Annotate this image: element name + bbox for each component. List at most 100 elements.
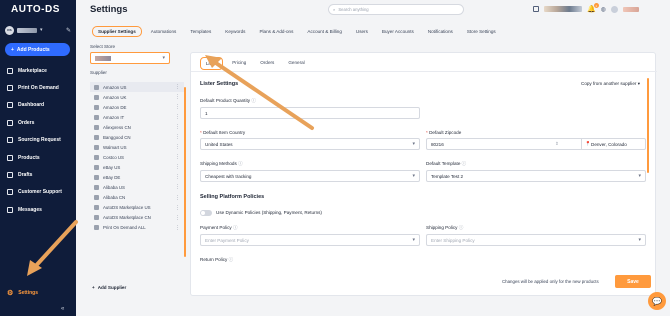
subtab-lister[interactable]: Lister: [200, 57, 224, 70]
tab-store-settings[interactable]: Store Settings: [462, 26, 501, 37]
supplier-item-autods-marketplace-us[interactable]: AutoDS Marketplace US ⋮: [90, 203, 184, 213]
avatar[interactable]: [610, 5, 618, 13]
copy-from-supplier-link[interactable]: Copy from another supplier ▾: [581, 81, 640, 87]
tab-buyer-accounts[interactable]: Buyer Accounts: [377, 26, 419, 37]
kebab-menu-icon[interactable]: ⋮: [175, 164, 180, 170]
supplier-item-amazon-us[interactable]: Amazon US ⋮: [90, 82, 184, 93]
account-info-redacted: [544, 6, 582, 12]
kebab-menu-icon[interactable]: ⋮: [175, 215, 180, 221]
kebab-menu-icon[interactable]: ⋮: [175, 104, 180, 110]
kebab-menu-icon[interactable]: ⋮: [175, 174, 180, 180]
sidebar-item-print-on-demand[interactable]: Print On Demand: [0, 79, 76, 96]
stepper-icon[interactable]: ⇕: [555, 141, 559, 147]
kebab-menu-icon[interactable]: ⋮: [175, 114, 180, 120]
store-tile-icon[interactable]: [533, 6, 539, 12]
collapse-sidebar-icon[interactable]: «: [61, 306, 64, 312]
kebab-menu-icon[interactable]: ⋮: [175, 195, 180, 201]
shipping-methods-select[interactable]: Cheapest with tracking ▾: [200, 170, 420, 182]
tab-users[interactable]: Users: [351, 26, 373, 37]
sidebar-item-settings[interactable]: ⚙ Settings: [0, 284, 76, 301]
supplier-name: Aliexpress CN: [103, 124, 131, 130]
select-store-dropdown[interactable]: ▾: [90, 52, 170, 64]
chevron-down-icon[interactable]: ▾: [40, 27, 43, 33]
supplier-item-costco-us[interactable]: Costco US ⋮: [90, 152, 184, 162]
info-icon[interactable]: ⓘ: [462, 161, 467, 166]
kebab-menu-icon[interactable]: ⋮: [175, 94, 180, 100]
supplier-item-amazon-uk[interactable]: Amazon UK ⋮: [90, 92, 184, 102]
tab-supplier-settings[interactable]: Supplier Settings: [92, 25, 142, 37]
supplier-item-ebay-de[interactable]: eBay DE ⋮: [90, 172, 184, 182]
supplier-item-autods-marketplace-cn[interactable]: AutoDS Marketplace CN ⋮: [90, 213, 184, 223]
zipcode-value: 80216: [431, 141, 444, 147]
kebab-menu-icon[interactable]: ⋮: [175, 144, 180, 150]
default-template-select[interactable]: Template Test 2 ▾: [426, 170, 646, 182]
info-icon[interactable]: ⓘ: [251, 98, 256, 103]
add-products-button[interactable]: + Add Products: [5, 43, 70, 56]
sidebar-item-orders[interactable]: Orders: [0, 114, 76, 131]
aliexpress-icon: [94, 124, 99, 130]
supplier-item-aliexpress-cn[interactable]: Aliexpress CN ⋮: [90, 122, 184, 132]
info-icon[interactable]: ⓘ: [233, 225, 238, 230]
field-label: Default Product Quantity: [200, 98, 251, 103]
payment-policy-select[interactable]: Enter Payment Policy ▾: [200, 234, 420, 246]
tab-plans-addons[interactable]: Plans & Add-ons: [254, 26, 298, 37]
kebab-menu-icon[interactable]: ⋮: [175, 225, 180, 231]
dynamic-policies-toggle[interactable]: [200, 210, 212, 216]
sidebar-item-sourcing-request[interactable]: Sourcing Request: [0, 132, 76, 149]
subtab-pricing[interactable]: Pricing: [227, 57, 251, 70]
autods-logo[interactable]: AUTO-DS: [11, 4, 60, 15]
kebab-menu-icon[interactable]: ⋮: [175, 84, 180, 90]
info-icon[interactable]: ⓘ: [459, 225, 464, 230]
default-qty-input[interactable]: 1: [200, 107, 420, 119]
kebab-menu-icon[interactable]: ⋮: [175, 184, 180, 190]
chevron-down-icon: ▾: [412, 237, 415, 243]
supplier-item-banggood-cn[interactable]: Banggood CN ⋮: [90, 132, 184, 142]
tab-account-billing[interactable]: Account & Billing: [302, 26, 346, 37]
supplier-item-alibaba-us[interactable]: Alibaba US ⋮: [90, 182, 184, 192]
walmart-icon: [94, 144, 99, 150]
add-supplier-button[interactable]: + Add Supplier: [92, 285, 126, 290]
sidebar-item-products[interactable]: Products: [0, 149, 76, 166]
supplier-list-scrollbar[interactable]: [184, 87, 186, 257]
sidebar-item-label: Dashboard: [18, 102, 45, 109]
sidebar-item-label: Orders: [18, 119, 35, 126]
support-icon: [7, 189, 13, 196]
info-icon[interactable]: ⓘ: [238, 161, 243, 166]
subtab-orders[interactable]: Orders: [255, 57, 279, 70]
subtab-general[interactable]: General: [283, 57, 309, 70]
supplier-item-walmart-us[interactable]: Walmart US ⋮: [90, 142, 184, 152]
kebab-menu-icon[interactable]: ⋮: [175, 154, 180, 160]
chevron-down-icon: ▾: [637, 81, 641, 86]
supplier-item-amazon-it[interactable]: Amazon IT ⋮: [90, 112, 184, 122]
kebab-menu-icon[interactable]: ⋮: [175, 134, 180, 140]
chat-support-icon[interactable]: 💬: [648, 292, 666, 310]
bell-icon[interactable]: 🔔 1: [587, 3, 599, 13]
kebab-menu-icon[interactable]: ⋮: [175, 124, 180, 130]
sidebar-item-dashboard[interactable]: Dashboard: [0, 97, 76, 114]
edit-icon[interactable]: ✎: [66, 27, 71, 34]
shipping-policy-select[interactable]: Enter Shipping Policy ▾: [426, 234, 646, 246]
supplier-item-alibaba-cn[interactable]: Alibaba CN ⋮: [90, 193, 184, 203]
zipcode-input[interactable]: 80216 ⇕ 📍 Denver, Colorado: [426, 138, 646, 150]
supplier-item-print-on-demand-all[interactable]: Print On Demand ALL ⋮: [90, 223, 184, 233]
tab-automations[interactable]: Automations: [146, 26, 182, 37]
sidebar-item-drafts[interactable]: Drafts: [0, 166, 76, 183]
item-country-select[interactable]: United States ▾: [200, 138, 420, 150]
sidebar-item-messages[interactable]: Messages: [0, 201, 76, 218]
amazon-icon: [94, 94, 99, 100]
kebab-menu-icon[interactable]: ⋮: [175, 205, 180, 211]
supplier-item-amazon-de[interactable]: Amazon DE ⋮: [90, 102, 184, 112]
sidebar-item-label: Sourcing Request: [18, 137, 61, 144]
tab-keywords[interactable]: Keywords: [220, 26, 250, 37]
tab-templates[interactable]: Templates: [185, 26, 216, 37]
sidebar-item-marketplace[interactable]: Marketplace: [0, 62, 76, 79]
info-icon[interactable]: ⓘ: [229, 257, 234, 262]
help-icon[interactable]: ◍: [601, 6, 606, 13]
tab-notifications[interactable]: Notifications: [423, 26, 458, 37]
search-input[interactable]: ⌕ Search anything: [328, 4, 464, 15]
panel-scrollbar[interactable]: [647, 78, 649, 173]
supplier-item-ebay-us[interactable]: eBay US ⋮: [90, 162, 184, 172]
sidebar-item-customer-support[interactable]: Customer Support: [0, 184, 76, 201]
save-button[interactable]: Save: [615, 275, 651, 288]
store-switcher[interactable]: DS ▾ ✎: [5, 24, 71, 36]
